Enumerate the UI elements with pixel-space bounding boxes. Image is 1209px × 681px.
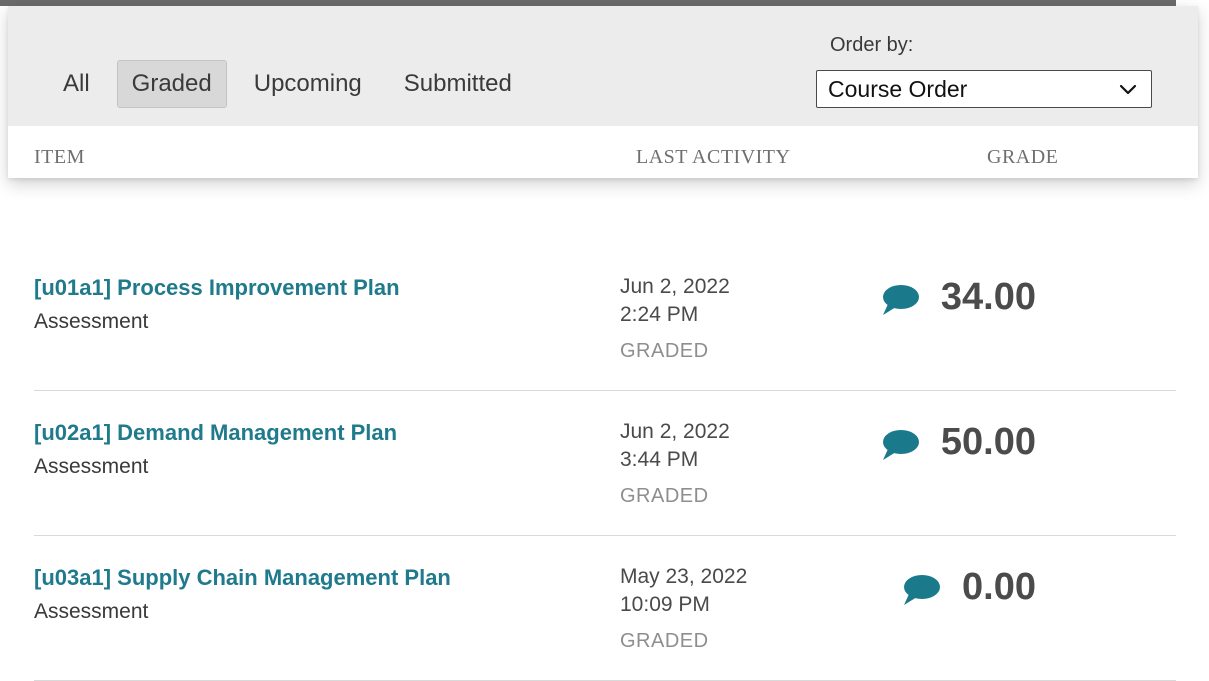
status-label: GRADED xyxy=(620,340,709,362)
order-by-label: Order by: xyxy=(830,34,914,56)
column-header-last-activity[interactable]: LAST ACTIVITY xyxy=(636,146,790,169)
grade-cell: 0.00 xyxy=(900,566,1036,608)
table-row: [u02a1] Demand Management Plan Assessmen… xyxy=(0,391,1176,536)
item-type: Assessment xyxy=(34,455,149,478)
activity-time: 2:24 PM xyxy=(620,303,699,326)
grade-value: 0.00 xyxy=(962,566,1036,608)
item-title-link[interactable]: [u02a1] Demand Management Plan xyxy=(34,420,397,446)
grades-page: All Graded Upcoming Submitted Order by: … xyxy=(0,0,1209,681)
grade-cell: 34.00 xyxy=(879,276,1036,318)
grades-list: [u01a1] Process Improvement Plan Assessm… xyxy=(0,246,1209,681)
item-type: Assessment xyxy=(34,600,149,623)
item-title-link[interactable]: [u03a1] Supply Chain Management Plan xyxy=(34,565,451,591)
tab-upcoming[interactable]: Upcoming xyxy=(239,60,377,108)
activity-date: Jun 2, 2022 xyxy=(620,275,730,298)
comment-icon[interactable] xyxy=(900,572,942,608)
tab-all[interactable]: All xyxy=(48,60,105,108)
column-header-bar: ITEM LAST ACTIVITY GRADE xyxy=(8,126,1198,178)
grade-cell: 50.00 xyxy=(879,421,1036,463)
table-row: [u03a1] Supply Chain Management Plan Ass… xyxy=(0,536,1176,681)
item-title-link[interactable]: [u01a1] Process Improvement Plan xyxy=(34,275,400,301)
comment-icon[interactable] xyxy=(879,282,921,318)
order-by-select[interactable]: Course Order xyxy=(816,70,1152,108)
status-label: GRADED xyxy=(620,630,709,652)
item-type: Assessment xyxy=(34,310,149,333)
order-by-value: Course Order xyxy=(828,75,968,102)
chevron-down-icon xyxy=(1119,84,1137,95)
activity-date: May 23, 2022 xyxy=(620,565,748,588)
tab-graded[interactable]: Graded xyxy=(116,60,227,108)
grades-header-panel: All Graded Upcoming Submitted Order by: … xyxy=(8,6,1198,178)
tab-submitted[interactable]: Submitted xyxy=(389,60,527,108)
activity-time: 3:44 PM xyxy=(620,448,699,471)
table-row: [u01a1] Process Improvement Plan Assessm… xyxy=(0,246,1176,391)
grade-value: 34.00 xyxy=(940,276,1036,318)
filter-tabs: All Graded Upcoming Submitted xyxy=(48,60,539,108)
activity-date: Jun 2, 2022 xyxy=(620,420,730,443)
column-header-grade[interactable]: GRADE xyxy=(987,146,1058,169)
comment-icon[interactable] xyxy=(879,427,921,463)
grade-value: 50.00 xyxy=(940,421,1036,463)
column-header-item[interactable]: ITEM xyxy=(34,146,85,169)
status-label: GRADED xyxy=(620,485,709,507)
activity-time: 10:09 PM xyxy=(620,593,710,616)
